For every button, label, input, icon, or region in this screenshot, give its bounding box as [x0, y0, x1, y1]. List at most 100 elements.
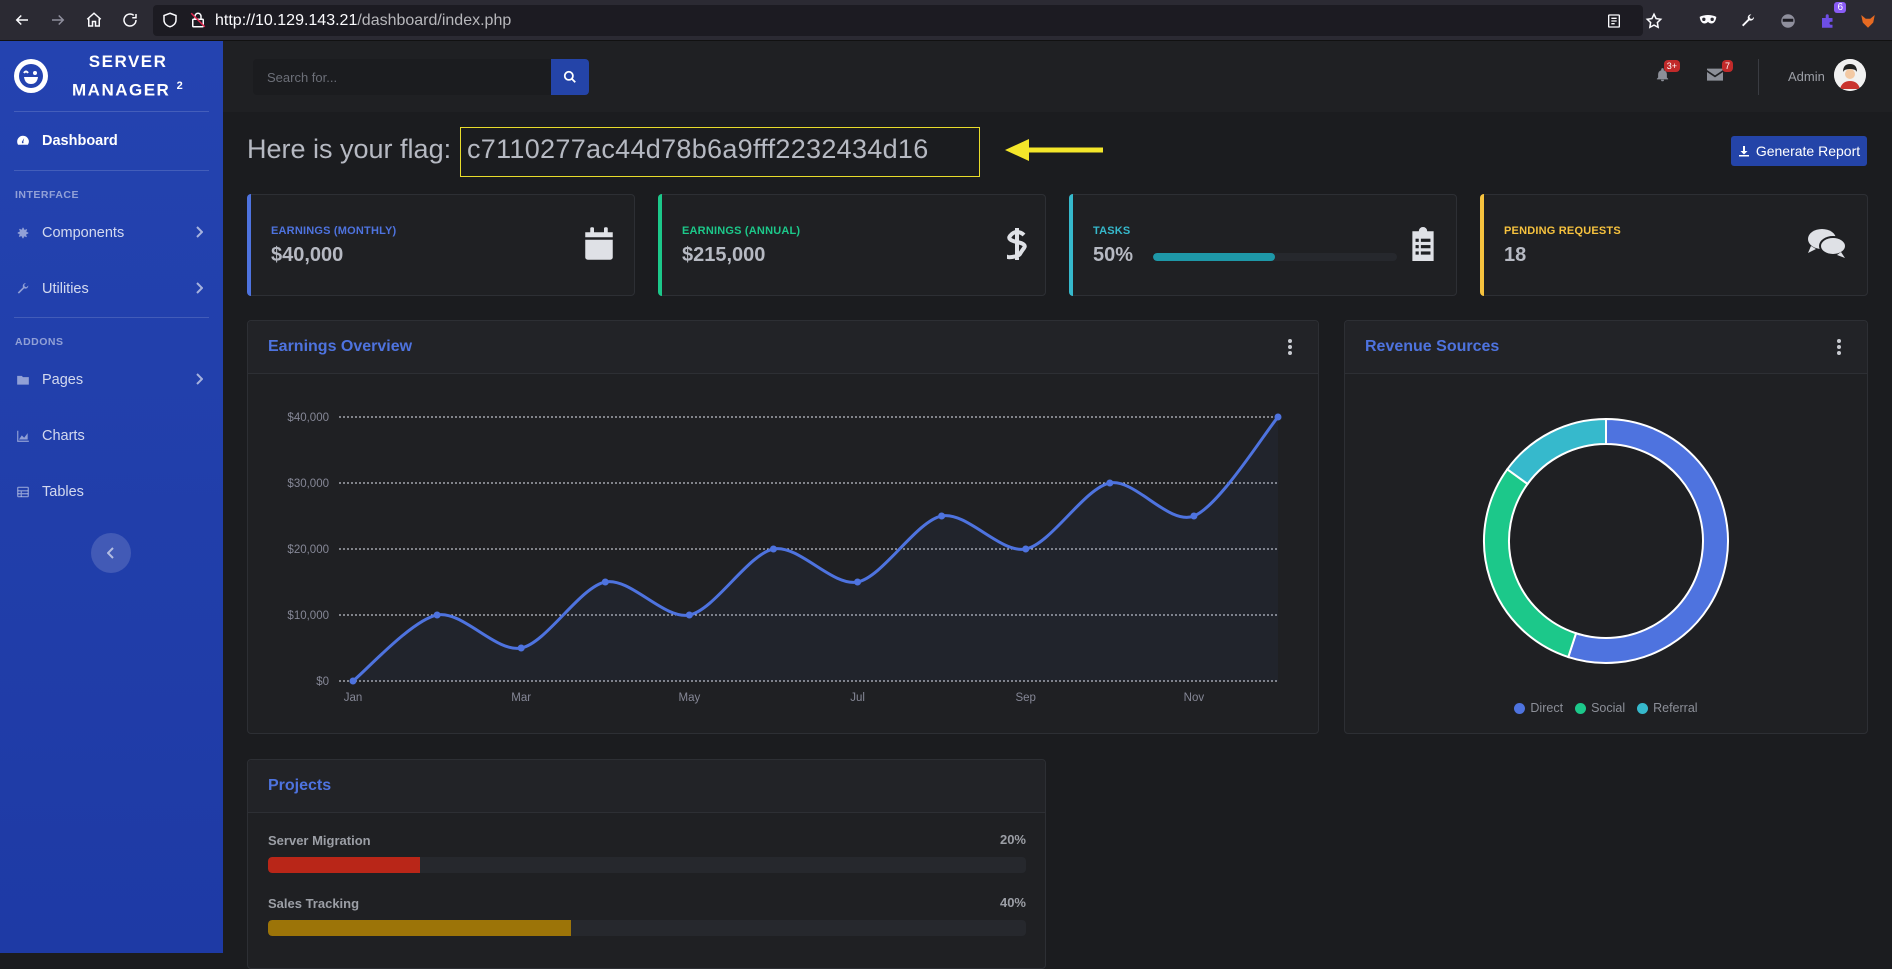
tasks-progress-fill	[1153, 253, 1275, 261]
legend-label: Referral	[1653, 701, 1698, 715]
sidebar-item-label: Utilities	[42, 281, 89, 297]
data-point[interactable]	[938, 512, 946, 520]
arrow-annotation-icon	[1005, 139, 1103, 161]
y-tick-label: $20,000	[287, 544, 329, 556]
flag-heading: Here is your flag:	[247, 134, 452, 164]
x-tick-label: May	[678, 692, 700, 704]
more-vertical-icon[interactable]	[1288, 339, 1292, 360]
y-tick-label: $10,000	[287, 610, 329, 622]
calendar-icon	[584, 227, 614, 265]
comments-icon	[1807, 227, 1847, 264]
revenue-sources-card: Revenue Sources Direct Social Referral	[1344, 320, 1868, 734]
messages-envelope-icon[interactable]: 7	[1707, 60, 1733, 86]
foxyproxy-icon[interactable]	[1858, 11, 1878, 31]
stat-card-earnings-annual: EARNINGS (ANNUAL) $215,000	[658, 194, 1046, 296]
data-point[interactable]	[433, 611, 441, 619]
data-point[interactable]	[349, 677, 357, 685]
sidebar-item-charts[interactable]: Charts	[0, 408, 223, 464]
stat-label: PENDING REQUESTS	[1504, 225, 1621, 237]
stat-card-earnings-monthly: EARNINGS (MONTHLY) $40,000	[247, 194, 635, 296]
data-point[interactable]	[517, 644, 525, 652]
data-point[interactable]	[854, 578, 862, 586]
sidebar-item-components[interactable]: Components	[0, 205, 223, 261]
home-icon[interactable]	[76, 2, 112, 38]
y-tick-label: $0	[316, 676, 329, 688]
search-input[interactable]	[253, 59, 551, 95]
project-row-sales-tracking: Sales Tracking 40%	[268, 895, 1026, 936]
dollar-icon	[1003, 227, 1027, 266]
donut-slice-direct[interactable]	[1567, 417, 1729, 664]
sidebar-item-dashboard[interactable]: Dashboard	[0, 112, 223, 170]
forward-icon[interactable]	[40, 2, 76, 38]
hacker-ext-icon[interactable]	[1778, 11, 1798, 31]
data-point[interactable]	[1190, 512, 1198, 520]
project-row-server-migration: Server Migration 20%	[268, 832, 1026, 873]
sidebar-heading-interface: INTERFACE	[15, 189, 80, 201]
x-tick-label: Mar	[511, 692, 531, 704]
insecure-lock-icon[interactable]	[189, 11, 207, 34]
generate-report-button[interactable]: Generate Report	[1731, 136, 1867, 166]
sidebar-toggle-button[interactable]	[91, 533, 131, 573]
download-icon	[1738, 146, 1749, 157]
project-progress-fill	[268, 857, 420, 873]
project-progress-fill	[268, 920, 572, 936]
user-name[interactable]: Admin	[1788, 69, 1825, 84]
sidebar: SERVER MANAGER 2 Dashboard INTERFACE Com…	[0, 41, 223, 953]
flag-value: c7110277ac44d78b6a9fff2232434d16	[467, 134, 929, 164]
table-icon	[16, 484, 32, 500]
data-point[interactable]	[769, 545, 777, 553]
data-point[interactable]	[1106, 479, 1114, 487]
tachometer-icon	[16, 133, 32, 149]
mask-icon[interactable]	[1698, 11, 1718, 31]
stat-value: 18	[1504, 244, 1527, 266]
sidebar-item-label: Tables	[42, 484, 84, 500]
x-tick-label: Nov	[1184, 692, 1205, 704]
more-vertical-icon[interactable]	[1837, 339, 1841, 360]
stat-card-pending-requests: PENDING REQUESTS 18	[1480, 194, 1868, 296]
legend-swatch	[1514, 702, 1526, 714]
x-tick-label: Sep	[1015, 692, 1035, 704]
alerts-bell-icon[interactable]: 3+	[1655, 60, 1680, 88]
x-tick-label: Jan	[344, 692, 363, 704]
project-name: Sales Tracking	[268, 896, 360, 911]
shield-icon[interactable]	[161, 11, 179, 34]
sidebar-item-label: Pages	[42, 372, 84, 388]
reader-view-icon[interactable]	[1604, 11, 1624, 31]
sidebar-item-utilities[interactable]: Utilities	[0, 261, 223, 317]
card-accent	[247, 194, 251, 296]
donut-slice-referral[interactable]	[1505, 417, 1607, 486]
search-icon	[563, 70, 576, 83]
project-percent: 20%	[999, 832, 1026, 847]
stat-label: TASKS	[1093, 225, 1131, 237]
donut-slice-social[interactable]	[1483, 467, 1578, 659]
data-point[interactable]	[601, 578, 609, 586]
card-accent	[658, 194, 662, 296]
brand[interactable]: SERVER MANAGER 2	[0, 41, 223, 111]
y-tick-label: $30,000	[287, 478, 329, 490]
data-point[interactable]	[1274, 413, 1282, 421]
bookmark-star-icon[interactable]	[1644, 11, 1664, 31]
y-tick-label: $40,000	[287, 412, 329, 424]
reload-icon[interactable]	[112, 2, 148, 38]
data-point[interactable]	[1022, 545, 1030, 553]
stat-value: $40,000	[271, 244, 344, 266]
data-point[interactable]	[685, 611, 693, 619]
avatar[interactable]	[1834, 59, 1866, 91]
chevron-left-icon	[107, 547, 114, 559]
project-progress-bar	[268, 920, 1026, 936]
sidebar-item-label: Components	[42, 225, 125, 241]
wrench-icon[interactable]	[1738, 11, 1758, 31]
earnings-area-chart: $0 $10,000 $20,000 $30,000 $40,000 Jan Mar May J…	[287, 412, 1282, 704]
brand-name: SERVER MANAGER 2	[72, 51, 185, 100]
stat-label: EARNINGS (MONTHLY)	[271, 225, 397, 237]
sidebar-item-pages[interactable]: Pages	[0, 352, 223, 408]
search-button[interactable]	[551, 59, 589, 95]
back-icon[interactable]	[4, 2, 40, 38]
projects-card: Projects Server Migration 20% Sales Trac…	[247, 759, 1046, 969]
extension-icon[interactable]: 6	[1818, 1, 1846, 31]
sidebar-item-tables[interactable]: Tables	[0, 464, 223, 520]
address-bar[interactable]: http://10.129.143.21/dashboard/index.php	[153, 5, 1643, 36]
card-header: Projects	[248, 760, 1045, 813]
project-percent: 40%	[999, 895, 1026, 910]
stat-value: $215,000	[682, 244, 766, 266]
